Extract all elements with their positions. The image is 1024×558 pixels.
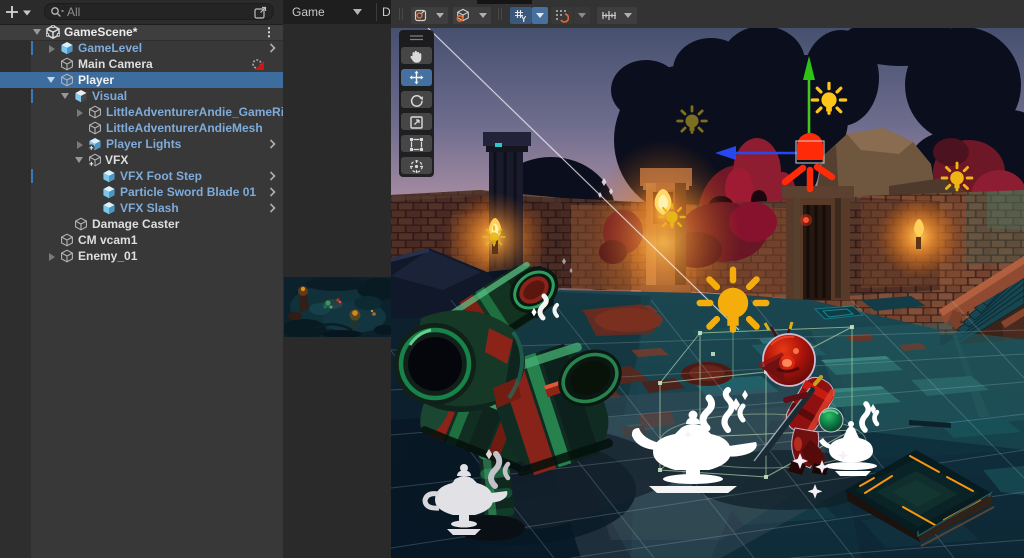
- svg-text:Y: Y: [521, 15, 527, 23]
